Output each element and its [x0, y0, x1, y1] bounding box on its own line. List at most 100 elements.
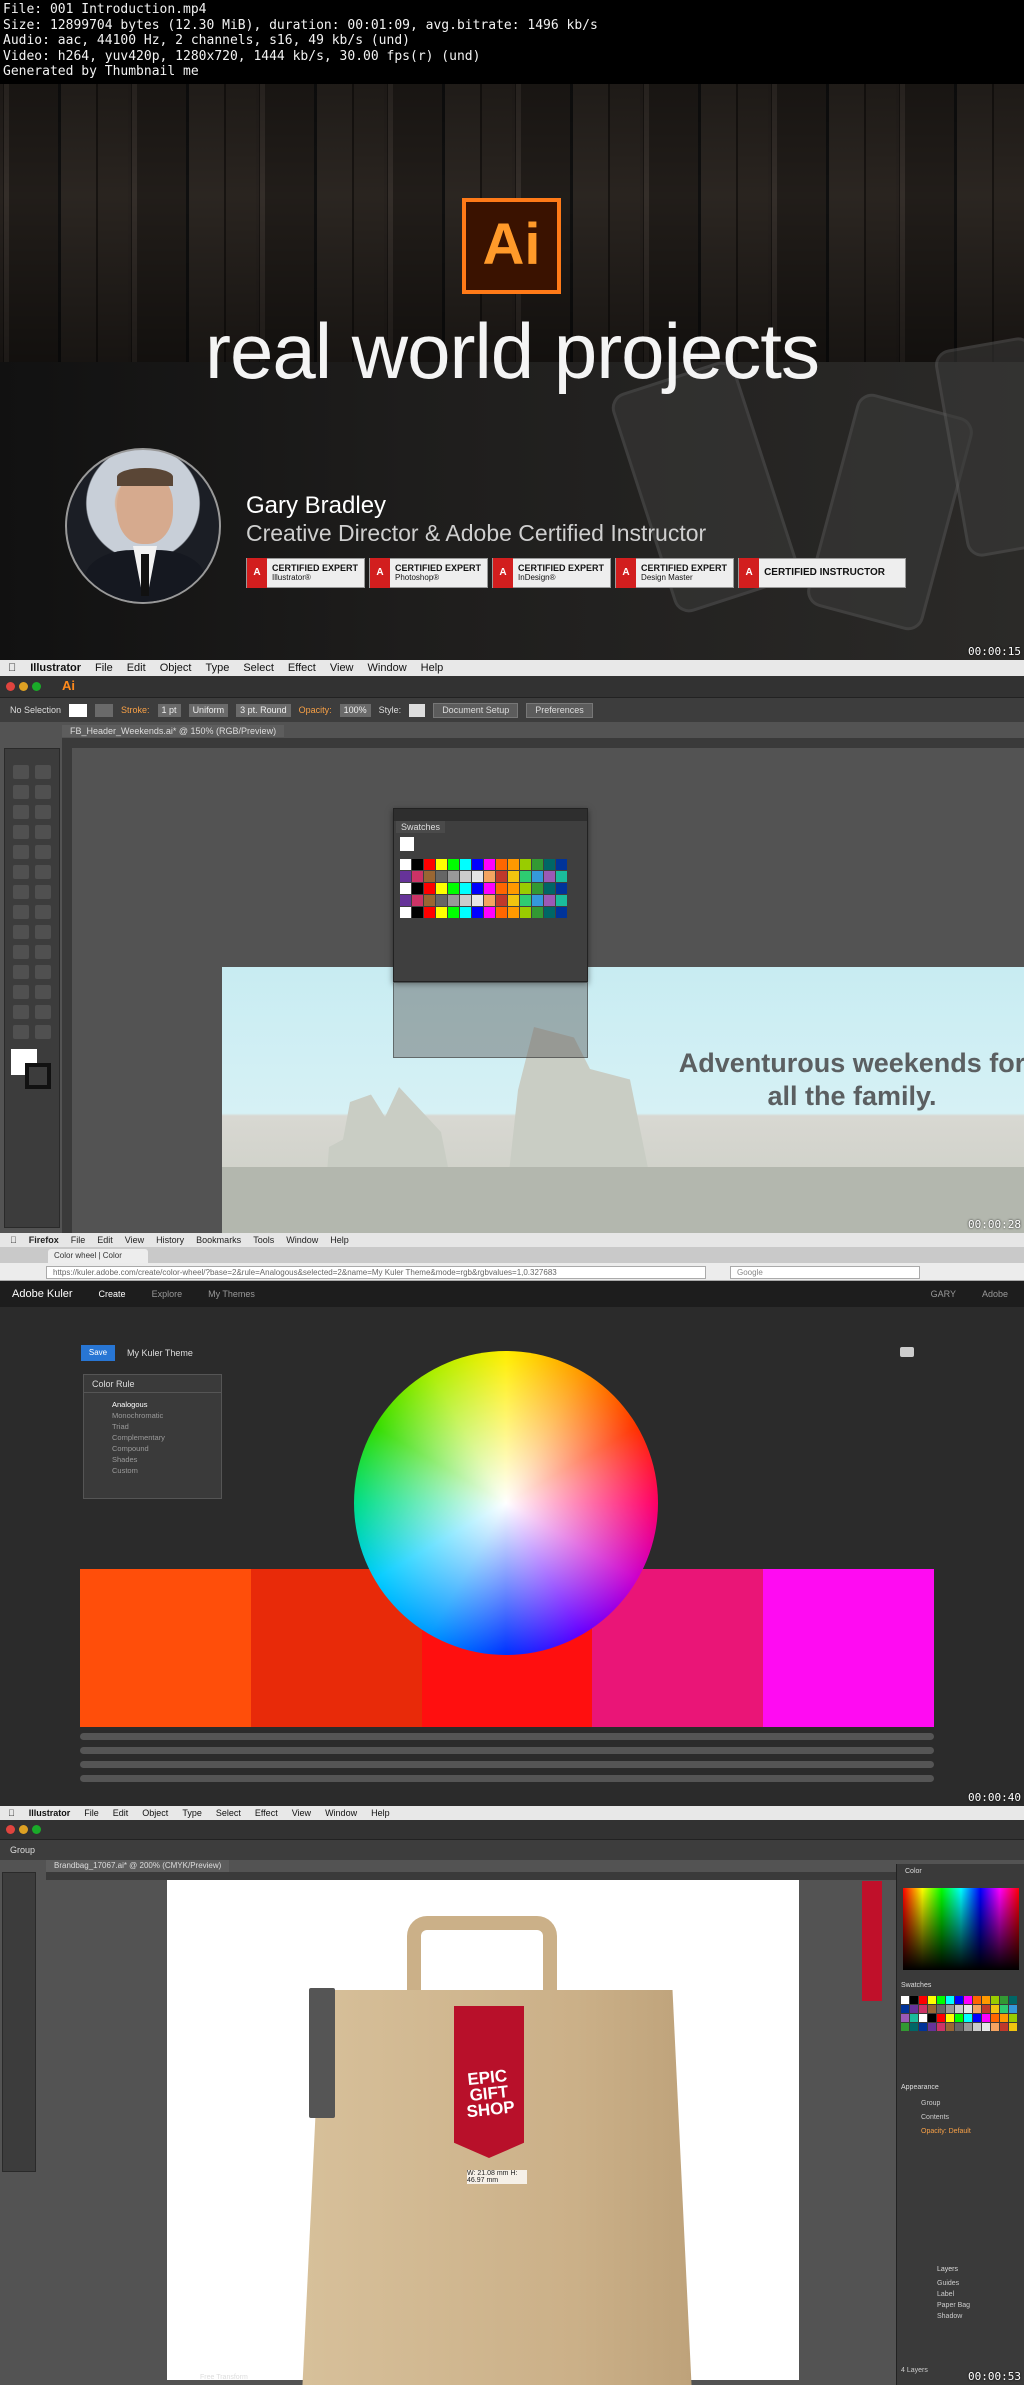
slice-icon[interactable] [35, 1005, 51, 1019]
swatch-chip[interactable] [919, 2005, 927, 2013]
theme-name[interactable]: My Kuler Theme [127, 1348, 193, 1358]
swatch-chip[interactable] [508, 883, 519, 894]
magic-wand-icon[interactable] [13, 785, 29, 799]
menu-type[interactable]: Type [182, 1808, 202, 1818]
swatch-chip[interactable] [400, 907, 411, 918]
appearance-opacity[interactable]: Opacity: Default [921, 2128, 971, 2135]
menu-view[interactable]: View [125, 1235, 144, 1245]
selection-tool-icon[interactable] [13, 765, 29, 779]
swatch-chip[interactable] [448, 883, 459, 894]
menu-help[interactable]: Help [371, 1808, 390, 1818]
swatch-chip[interactable] [472, 907, 483, 918]
menu-help[interactable]: Help [421, 662, 444, 674]
swatch-chip[interactable] [448, 871, 459, 882]
menu-history[interactable]: History [156, 1235, 184, 1245]
swatch-chip[interactable] [412, 895, 423, 906]
swatch-chip[interactable] [946, 2005, 954, 2013]
slider[interactable] [80, 1775, 934, 1782]
swatch-chip[interactable] [1000, 1996, 1008, 2004]
layers-panel-tab[interactable]: Layers [937, 2266, 958, 2273]
swatch-chip[interactable] [520, 859, 531, 870]
menu-type[interactable]: Type [205, 662, 229, 674]
swatch-chip[interactable] [910, 1996, 918, 2004]
swatch-chip[interactable] [520, 895, 531, 906]
artboard-icon[interactable] [13, 1005, 29, 1019]
free-transform-widget[interactable] [309, 1988, 335, 2118]
swatch-chip[interactable] [928, 1996, 936, 2004]
swatch-chip[interactable] [436, 859, 447, 870]
swatch-chip[interactable] [964, 1996, 972, 2004]
eraser-icon[interactable] [35, 865, 51, 879]
appearance-contents[interactable]: Contents [921, 2114, 949, 2121]
menu-object[interactable]: Object [142, 1808, 168, 1818]
camera-icon[interactable] [900, 1347, 914, 1357]
swatch-chip[interactable] [436, 883, 447, 894]
swatch-chip[interactable] [484, 907, 495, 918]
swatch-chip[interactable] [496, 895, 507, 906]
opacity-label[interactable]: Opacity: [299, 705, 332, 715]
swatch-chip[interactable] [424, 859, 435, 870]
swatch-chip[interactable] [991, 1996, 999, 2004]
nav-my-themes[interactable]: My Themes [208, 1289, 255, 1299]
swatch-chip[interactable] [508, 859, 519, 870]
swatch-chip[interactable] [982, 2014, 990, 2022]
pen-tool-icon[interactable] [13, 805, 29, 819]
menu-edit[interactable]: Edit [127, 662, 146, 674]
swatch-chip[interactable] [1009, 2005, 1017, 2013]
swatch-chip[interactable] [484, 883, 495, 894]
close-icon[interactable] [6, 682, 15, 691]
menu-view[interactable]: View [330, 662, 354, 674]
swatch-chip[interactable] [946, 1996, 954, 2004]
menu-file[interactable]: File [95, 662, 113, 674]
swatch-chip[interactable] [532, 907, 543, 918]
kuler-logo[interactable]: Adobe Kuler [12, 1288, 73, 1300]
close-icon[interactable] [6, 1825, 15, 1834]
nav-create[interactable]: Create [99, 1289, 126, 1299]
swatch-chip[interactable] [424, 871, 435, 882]
swatch-chip[interactable] [496, 883, 507, 894]
swatch-chip[interactable] [520, 907, 531, 918]
document-tab[interactable]: FB_Header_Weekends.ai* @ 150% (RGB/Previ… [62, 725, 285, 737]
swatch-chip[interactable] [910, 2005, 918, 2013]
swatch-chip[interactable] [991, 2023, 999, 2031]
stroke-weight[interactable]: 1 pt [157, 703, 181, 717]
search-field[interactable]: Google [730, 1266, 920, 1279]
swatch-chip[interactable] [460, 883, 471, 894]
swatch-chip[interactable] [901, 2005, 909, 2013]
color-spectrum[interactable] [903, 1888, 1019, 1970]
swatch-chip[interactable] [400, 859, 411, 870]
swatch-chip[interactable] [472, 883, 483, 894]
menu-object[interactable]: Object [160, 662, 192, 674]
menu-edit[interactable]: Edit [97, 1235, 113, 1245]
rotate-icon[interactable] [13, 885, 29, 899]
menu-edit[interactable]: Edit [113, 1808, 129, 1818]
fill-swatch[interactable] [69, 703, 88, 717]
swatch-chip[interactable] [1009, 2023, 1017, 2031]
apple-icon[interactable]:  [8, 1808, 15, 1818]
swatch-chip[interactable] [484, 859, 495, 870]
swatch-chip[interactable] [937, 2023, 945, 2031]
menu-app[interactable]: Firefox [29, 1235, 59, 1245]
swatch-chip[interactable] [901, 1996, 909, 2004]
zoom-tool-icon[interactable] [35, 1025, 51, 1039]
menu-select[interactable]: Select [243, 662, 274, 674]
rule-option[interactable]: Complementary [112, 1432, 221, 1443]
swatch-chip[interactable] [973, 1996, 981, 2004]
swatch-chip[interactable] [544, 895, 555, 906]
save-button[interactable]: Save [81, 1345, 115, 1361]
swatch-chip[interactable] [532, 859, 543, 870]
shape-builder-icon[interactable] [13, 925, 29, 939]
swatch-chip[interactable] [508, 871, 519, 882]
swatch-chip[interactable] [910, 2014, 918, 2022]
browser-tab[interactable]: Color wheel | Color schem... [48, 1249, 148, 1274]
swatch-chip[interactable] [955, 2014, 963, 2022]
document-setup-button[interactable]: Document Setup [433, 702, 519, 718]
hand-icon[interactable] [13, 1025, 29, 1039]
stroke-color-icon[interactable] [25, 1063, 51, 1089]
swatch-chip[interactable] [1009, 1996, 1017, 2004]
layer-row[interactable]: Shadow [937, 2311, 970, 2322]
swatch-chip[interactable] [544, 883, 555, 894]
swatch-chip[interactable] [919, 1996, 927, 2004]
swatch-chip[interactable] [436, 907, 447, 918]
direct-select-icon[interactable] [35, 765, 51, 779]
